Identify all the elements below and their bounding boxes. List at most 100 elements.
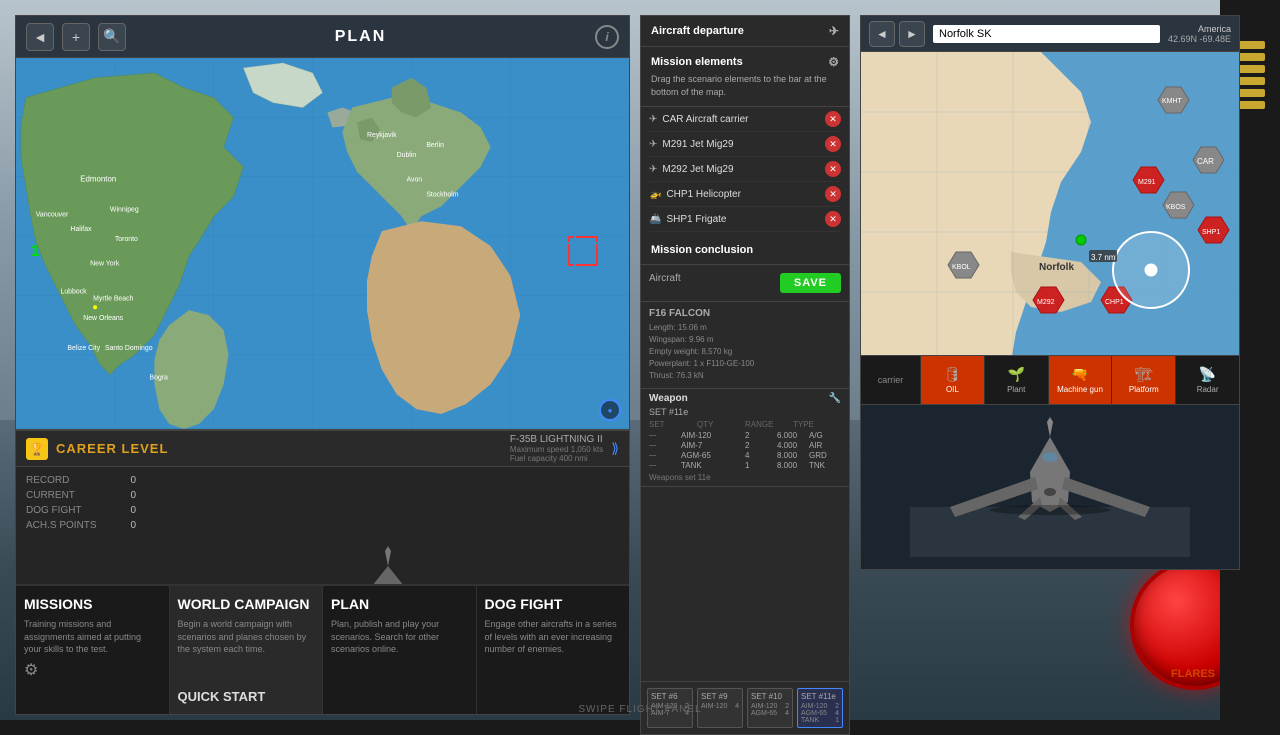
- svg-text:Norfolk: Norfolk: [1039, 262, 1074, 273]
- dogfight-stat: DOG FIGHT 0: [26, 505, 136, 516]
- mission-item-carrier: ✈ CAR Aircraft carrier ✕: [649, 107, 841, 132]
- remove-shp1-button[interactable]: ✕: [825, 211, 841, 227]
- remove-chp1-button[interactable]: ✕: [825, 186, 841, 202]
- current-stat: CURRENT 0: [26, 490, 136, 501]
- elements-icon: ⚙: [828, 55, 839, 69]
- location-search-input[interactable]: [933, 25, 1160, 43]
- svg-text:Stockholm: Stockholm: [426, 192, 458, 199]
- settings-gear-icon[interactable]: ⚙: [24, 660, 161, 680]
- svg-text:Winnipeg: Winnipeg: [110, 206, 139, 213]
- svg-text:Lubbock: Lubbock: [60, 288, 87, 295]
- career-title: CAREER LEVEL: [56, 441, 168, 456]
- weapon-table-header: SET QTY RANGE TYPE: [649, 420, 841, 429]
- svg-text:New Orleans: New Orleans: [83, 315, 123, 322]
- mission-item-m291: ✈ M291 Jet Mig29 ✕: [649, 132, 841, 157]
- plan-map[interactable]: Edmonton Winnipeg Toronto Halifax New Yo…: [16, 58, 629, 429]
- oil-icon: 🛢: [944, 366, 962, 383]
- swipe-text: SWIPE FLIGHT PANEL: [578, 704, 701, 715]
- plan-back-button[interactable]: ◄: [26, 23, 54, 51]
- gun-strip-item[interactable]: 🔫 Machine gun: [1049, 356, 1113, 404]
- career-plane-name: F-35B LIGHTNING II Maximum speed 1,050 k…: [510, 434, 603, 463]
- svg-text:Halifax: Halifax: [70, 226, 92, 233]
- m292-icon: ✈: [649, 164, 657, 175]
- svg-text:1: 1: [31, 243, 40, 260]
- radar-icon: 📡: [1199, 366, 1216, 383]
- svg-text:Myrtle Beach: Myrtle Beach: [93, 295, 133, 302]
- save-button[interactable]: SAVE: [780, 273, 841, 293]
- remove-m292-button[interactable]: ✕: [825, 161, 841, 177]
- weapon-sets-note: Weapons set 11e: [649, 473, 841, 482]
- mission-conclusion-section: Mission conclusion: [641, 236, 849, 265]
- nav-plan[interactable]: PLAN Plan, publish and play your scenari…: [323, 586, 477, 714]
- plan-search-button[interactable]: 🔍: [98, 23, 126, 51]
- plan-add-button[interactable]: +: [62, 23, 90, 51]
- f16-silhouette-large: [910, 417, 1190, 557]
- aircraft-detail-body: [861, 405, 1239, 569]
- rmap-location-input: [933, 24, 1160, 43]
- svg-text:CAR: CAR: [1197, 157, 1214, 166]
- rmap-forward-button[interactable]: ►: [899, 21, 925, 47]
- right-map-body[interactable]: Norfolk KMHT CAR M291 KBOS SHP1 KBOL M29…: [861, 52, 1239, 364]
- svg-text:KMHT: KMHT: [1162, 98, 1183, 105]
- aircraft-name: F16 FALCON: [649, 308, 841, 319]
- achpoints-stat: ACH.S POINTS 0: [26, 520, 136, 531]
- svg-text:New York: New York: [90, 261, 120, 268]
- radar-strip-item[interactable]: 📡 Radar: [1176, 356, 1239, 404]
- east-coast-map-svg: Norfolk KMHT CAR M291 KBOS SHP1 KBOL M29…: [861, 52, 1239, 362]
- mission-item-shp1: 🚢 SHP1 Frigate ✕: [649, 207, 841, 232]
- rmap-back-button[interactable]: ◄: [869, 21, 895, 47]
- remove-m291-button[interactable]: ✕: [825, 136, 841, 152]
- nav-dogfight[interactable]: DOG FIGHT Engage other aircrafts in a se…: [477, 586, 630, 714]
- icon-strip: carrier 🛢 OIL 🌱 Plant 🔫 Machine gun 🏗 Pl…: [860, 355, 1240, 405]
- target-reticle: [568, 236, 598, 266]
- svg-text:SHP1: SHP1: [1202, 229, 1220, 236]
- weapon-section: Weapon 🔧 SET #11e SET QTY RANGE TYPE — A…: [641, 389, 849, 487]
- platform-strip-item[interactable]: 🏗 Platform: [1112, 356, 1176, 404]
- weapon-row-tank: — TANK 1 8.000 TNK: [649, 461, 841, 470]
- plan-header: ◄ + 🔍 PLAN i: [16, 16, 629, 58]
- mission-item-m292: ✈ M292 Jet Mig29 ✕: [649, 157, 841, 182]
- world-map-svg: Edmonton Winnipeg Toronto Halifax New Yo…: [16, 58, 629, 429]
- mission-conclusion-title: Mission conclusion: [651, 244, 839, 256]
- departure-icon: ✈: [829, 24, 839, 38]
- plan-panel: ◄ + 🔍 PLAN i: [15, 15, 630, 430]
- weapon-title: Weapon 🔧: [649, 393, 841, 404]
- svg-text:Toronto: Toronto: [115, 236, 138, 243]
- svg-text:M291: M291: [1138, 179, 1156, 186]
- svg-text:KBOL: KBOL: [952, 264, 971, 271]
- svg-text:Belize City: Belize City: [67, 345, 100, 352]
- svg-text:Dublin: Dublin: [397, 152, 417, 159]
- record-stat: RECORD 0: [26, 475, 136, 486]
- plan-info-button[interactable]: i: [595, 25, 619, 49]
- wset-11e-active[interactable]: SET #11e AIM-120 2 AGM-65 4 TANK 1: [797, 688, 843, 728]
- career-icon: 🏆: [26, 438, 48, 460]
- right-map-header: ◄ ► America 42.69N -69.48E: [861, 16, 1239, 52]
- wset-9[interactable]: SET #9 AIM-120 4: [697, 688, 743, 728]
- plant-strip-item[interactable]: 🌱 Plant: [985, 356, 1049, 404]
- svg-text:CHP1: CHP1: [1105, 299, 1124, 306]
- rmap-info: America 42.69N -69.48E: [1168, 24, 1231, 44]
- save-area: Aircraft SAVE: [641, 265, 849, 302]
- aircraft-info-section: F16 FALCON Length: 15.06 m Wingspan: 9.9…: [641, 302, 849, 389]
- svg-text:Santo Domingo: Santo Domingo: [105, 345, 153, 352]
- oil-strip-item[interactable]: 🛢 OIL: [921, 356, 985, 404]
- mission-item-chp1: 🚁 CHP1 Helicopter ✕: [649, 182, 841, 207]
- nav-missions[interactable]: MISSIONS Training missions and assignmen…: [16, 586, 170, 714]
- right-map-panel: ◄ ► America 42.69N -69.48E: [860, 15, 1240, 365]
- bottom-navigation: MISSIONS Training missions and assignmen…: [16, 584, 629, 714]
- aircraft-departure-section: Aircraft departure ✈: [641, 16, 849, 47]
- wset-10[interactable]: SET #10 AIM-120 2 AGM-65 4: [747, 688, 793, 728]
- compass[interactable]: ●: [599, 399, 621, 421]
- carrier-strip-item[interactable]: carrier: [861, 356, 921, 404]
- svg-text:Bogra: Bogra: [149, 374, 168, 381]
- m291-icon: ✈: [649, 139, 657, 150]
- mission-elements-section: Mission elements ⚙ Drag the scenario ele…: [641, 47, 849, 107]
- nav-world-campaign[interactable]: WORLD CAMPAIGN Begin a world campaign wi…: [170, 586, 324, 714]
- weapon-row-agm65: — AGM-65 4 8.000 GRD: [649, 451, 841, 460]
- remove-carrier-button[interactable]: ✕: [825, 111, 841, 127]
- career-expand-button[interactable]: ⟫: [611, 440, 619, 457]
- weapon-set-label: SET #11e: [649, 407, 841, 417]
- plan-title: PLAN: [335, 28, 387, 46]
- weapon-row-aim120: — AIM-120 2 6.000 A/G: [649, 431, 841, 440]
- flares-counter: FLARES: [1171, 668, 1215, 680]
